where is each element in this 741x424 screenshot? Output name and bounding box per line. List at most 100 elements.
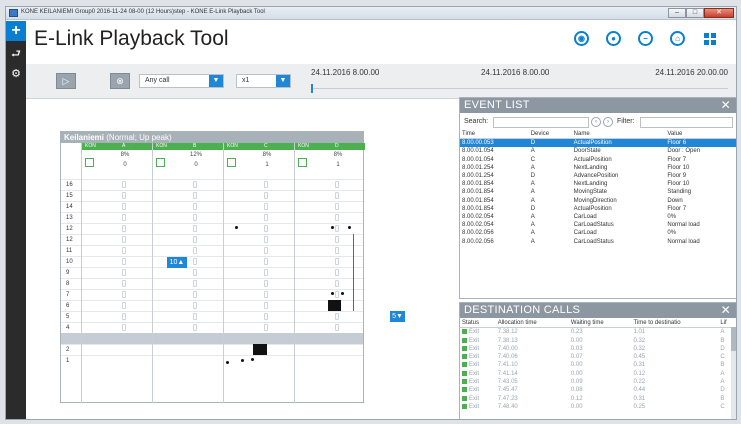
table-row[interactable]: 8.00.00.053 D ActualPosition Floor 6 [460, 138, 736, 148]
table-cell: 8.00.02.054 [462, 214, 494, 221]
add-icon[interactable]: + [6, 21, 26, 41]
landing-door [264, 247, 268, 254]
top-icons: ◉ ● − ⌂ [574, 31, 724, 49]
table-row[interactable]: 8.00.01.054 A DoorState Door : Open [460, 147, 736, 155]
column-header[interactable]: Value [665, 130, 736, 140]
table-row[interactable]: Exit 7.41.10 0.00 0.31 B [460, 361, 736, 369]
landing-door [193, 192, 197, 199]
call-filter-value: Any call [145, 77, 170, 84]
car-call-checkbox[interactable] [227, 158, 236, 167]
scrollbar[interactable] [731, 327, 736, 419]
table-row[interactable]: Exit 7.38.13 0.00 0.32 B [460, 337, 736, 345]
cell-text: 7.41.10 [497, 362, 518, 369]
table-row[interactable]: 8.00.02.054 A CarLoadStatus Normal load [460, 221, 736, 229]
table-row[interactable]: 8.00.01.254 A NextLanding Floor 10 [460, 164, 736, 172]
column-header[interactable]: Waiting time [568, 319, 632, 329]
table-cell: CarLoadStatus [573, 222, 614, 229]
table-row[interactable]: Exit 7.41.14 0.00 0.12 A [460, 370, 736, 378]
call-filter-select[interactable]: Any call ▼ [139, 74, 224, 88]
login-icon[interactable]: ⮐ [10, 48, 22, 60]
settings-icon[interactable]: ⚙ [10, 68, 22, 80]
table-row[interactable]: Exit 7.40.00 0.03 0.32 D [460, 345, 736, 353]
landing-door [193, 291, 197, 298]
close-icon[interactable]: ✕ [721, 98, 731, 113]
table-cell: 7.41.14 [496, 370, 569, 378]
car-call-checkbox[interactable] [156, 158, 165, 167]
close-button[interactable]: ✕ [704, 8, 734, 18]
column-header[interactable]: Time [460, 130, 529, 140]
car-call-checkbox[interactable] [85, 158, 94, 167]
table-row[interactable]: 8.00.01.254 D AdvancePosition Floor 9 [460, 172, 736, 180]
filter-input[interactable] [640, 117, 733, 128]
table-cell: 0.12 [569, 395, 632, 403]
cell-text: A [720, 370, 725, 377]
cell-text: 0.31 [633, 362, 646, 369]
car-call-checkbox[interactable] [298, 158, 307, 167]
maximize-button[interactable]: □ [686, 8, 704, 18]
column-header[interactable]: Status [460, 319, 496, 329]
cell-text: Exit [469, 403, 480, 410]
table-cell: 0.32 [631, 345, 718, 353]
grid-icon[interactable] [704, 33, 716, 45]
table-row[interactable]: Exit 7.47.23 0.12 0.31 B [460, 395, 736, 403]
cell-text: 0.00 [570, 403, 583, 410]
table-row[interactable]: 8.00.01.854 A NextLanding Floor 10 [460, 180, 736, 188]
landing-door [193, 247, 197, 254]
table-row[interactable]: 8.00.01.854 A MovingState Standing [460, 188, 736, 196]
elevator-car [328, 300, 341, 311]
speed-select[interactable]: x1 ▼ [236, 74, 291, 88]
landing-door [193, 269, 197, 276]
destination-calls-header: DESTINATION CALLS ✕ [460, 303, 736, 318]
cell-text: Exit [469, 345, 480, 352]
minimize-button[interactable]: – [668, 8, 686, 18]
column-header[interactable]: Time to destinatio [631, 319, 719, 329]
elevator-header: KON A [82, 143, 152, 150]
column-header[interactable]: Name [571, 130, 666, 140]
table-row[interactable]: 8.00.01.054 C ActualPosition Floor 7 [460, 156, 736, 164]
board-header: Keilaniemi (Normal; Up peak) [61, 132, 363, 143]
table-cell: Exit [460, 328, 496, 337]
timeline-track[interactable] [311, 88, 728, 89]
previous-icon[interactable]: ‹ [591, 117, 601, 127]
table-row[interactable]: 8.00.02.056 A CarLoadStatus Normal load [460, 238, 736, 246]
table-row[interactable]: 8.00.02.054 A CarLoad 0% [460, 213, 736, 221]
elevator-tag: KON [156, 143, 167, 149]
table-cell: 0.00 [569, 403, 632, 411]
column-header[interactable]: Device [528, 130, 572, 140]
event-list-header: EVENT LIST ✕ [460, 98, 736, 113]
minus-icon[interactable]: − [638, 31, 653, 46]
timeline-handle[interactable] [311, 84, 313, 93]
record-icon[interactable]: ◉ [574, 31, 589, 46]
window-title: KONE KEILANIEMI Group0 2016-11-24 08-00 … [21, 9, 265, 15]
stop-button[interactable]: ⊗ [110, 73, 130, 89]
landing-door [122, 181, 126, 188]
next-icon[interactable]: › [603, 117, 613, 127]
search-label: Search: [464, 118, 489, 125]
table-row[interactable]: Exit 7.48.40 0.00 0.25 C [460, 403, 736, 411]
table-row[interactable]: Exit 7.40.06 0.07 0.45 C [460, 353, 736, 361]
table-row[interactable]: 8.00.01.854 D ActualPosition Floor 7 [460, 205, 736, 213]
table-row[interactable]: Exit 7.38.12 0.23 1.01 A [460, 328, 736, 337]
table-row[interactable]: 8.00.01.854 A MovingDirection Down [460, 197, 736, 205]
table-cell: 0.12 [631, 370, 718, 378]
cell-text: 0.12 [633, 370, 646, 377]
table-row[interactable]: 8.00.02.056 A CarLoad 0% [460, 229, 736, 237]
table-cell: 0.00 [569, 361, 632, 369]
car-load: 8% [333, 152, 343, 158]
landing-door [122, 203, 126, 210]
table-cell: DoorState [573, 148, 601, 155]
close-icon[interactable]: ✕ [721, 303, 731, 318]
stop-icon[interactable]: ● [606, 31, 621, 46]
landing-door [122, 313, 126, 320]
search-input[interactable] [493, 117, 589, 128]
column-header[interactable]: Allocation time [495, 319, 569, 329]
home-icon[interactable]: ⌂ [670, 31, 685, 46]
elevator-car: 10▲ [167, 257, 187, 268]
play-button[interactable]: ▷ [56, 73, 76, 89]
landing-door [122, 192, 126, 199]
table-row[interactable]: Exit 7.43.05 0.09 0.22 A [460, 378, 736, 386]
table-cell: 0.00 [569, 370, 632, 378]
elevator-id: A [122, 143, 126, 149]
table-cell: 0.03 [569, 345, 632, 353]
table-row[interactable]: Exit 7.45.47 0.08 0.44 D [460, 386, 736, 394]
